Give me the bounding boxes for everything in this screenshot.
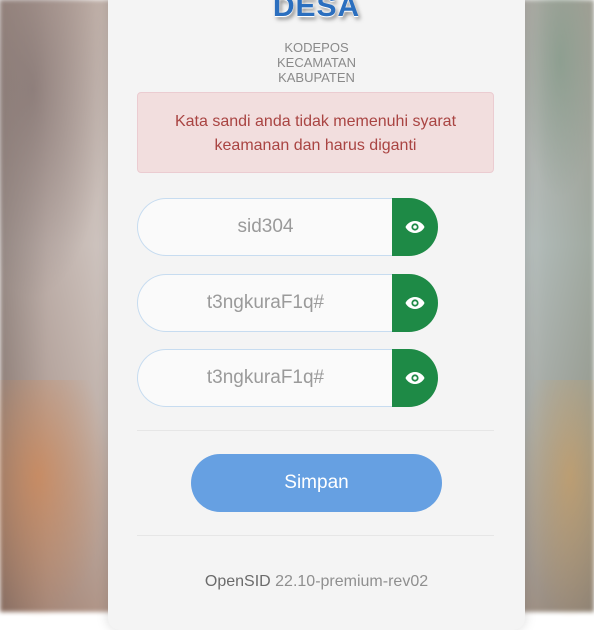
village-title: DESA [272,0,361,23]
background-blur [520,380,594,620]
eye-icon [405,297,425,309]
background-blur [520,0,594,200]
new-password-field-group [137,274,438,332]
toggle-visibility-button[interactable] [392,198,438,256]
login-card: DESA KODEPOS KECAMATAN KABUPATEN Kata sa… [108,0,525,630]
divider [137,430,494,431]
username-field-group [137,198,438,256]
confirm-password-field-group [137,349,438,407]
app-name: OpenSID [204,573,271,590]
postal-code-label: KODEPOS [284,40,349,55]
app-version-footer: OpenSID 22.10-premium-rev02 [108,573,525,591]
save-button[interactable]: Simpan [191,454,442,512]
username-input[interactable] [137,198,393,256]
toggle-visibility-button[interactable] [392,349,438,407]
district-label: KECAMATAN [277,55,356,70]
background-blur [0,380,110,620]
confirm-password-input[interactable] [137,349,393,407]
app-version: 22.10-premium-rev02 [275,573,429,590]
regency-label: KABUPATEN [278,70,355,85]
eye-icon [405,372,425,384]
password-warning-alert: Kata sandi anda tidak memenuhi syarat ke… [137,92,494,173]
divider [137,535,494,536]
eye-icon [405,221,425,233]
new-password-input[interactable] [137,274,393,332]
background-blur [0,0,110,300]
toggle-visibility-button[interactable] [392,274,438,332]
